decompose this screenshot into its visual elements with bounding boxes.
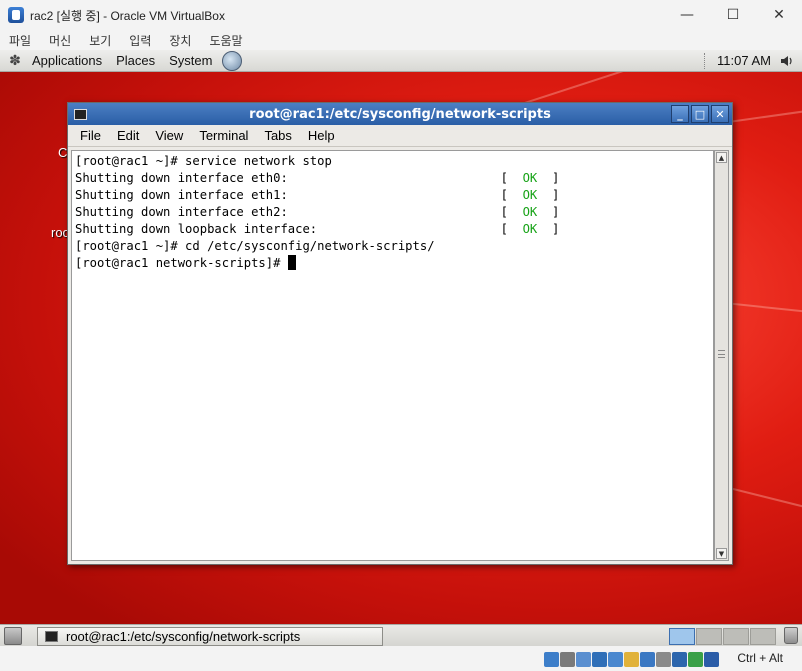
vbox-window-title: rac2 [실행 중] - Oracle VM VirtualBox	[30, 8, 225, 23]
terminal-menu-tabs[interactable]: Tabs	[264, 128, 291, 143]
terminal-titlebar[interactable]: root@rac1:/etc/sysconfig/network-scripts…	[68, 103, 732, 125]
terminal-menu-terminal[interactable]: Terminal	[199, 128, 248, 143]
places-menu[interactable]: Places	[116, 53, 155, 68]
close-button[interactable]: ✕	[756, 0, 802, 30]
scroll-up-icon[interactable]: ▲	[716, 152, 727, 163]
vbox-menu-help[interactable]: 도움말	[209, 32, 242, 49]
recording-icon[interactable]	[656, 652, 671, 667]
vbox-menu-view[interactable]: 보기	[89, 32, 111, 49]
terminal-menu-view[interactable]: View	[155, 128, 183, 143]
gnome-foot-icon[interactable]: ✽	[6, 52, 24, 70]
display-icon[interactable]	[640, 652, 655, 667]
terminal-line: Shutting down interface eth1: [ OK ]	[75, 188, 560, 202]
terminal-minimize-button[interactable]: _	[671, 105, 689, 123]
vbox-titlebar: rac2 [실행 중] - Oracle VM VirtualBox — ☐ ✕	[0, 0, 802, 30]
terminal-close-button[interactable]: ✕	[711, 105, 729, 123]
terminal-menu-help[interactable]: Help	[308, 128, 335, 143]
ok-status: OK	[522, 171, 538, 185]
virtualbox-app-icon	[8, 7, 24, 23]
mouse-integration-icon[interactable]	[688, 652, 703, 667]
terminal-cursor	[287, 255, 296, 270]
terminal-line: [root@rac1 ~]# service network stop	[75, 154, 332, 168]
desktop-icon-label[interactable]: C	[58, 145, 67, 160]
terminal-line: Shutting down loopback interface: [ OK ]	[75, 222, 560, 236]
vbox-menu-devices[interactable]: 장치	[169, 32, 191, 49]
audio-icon[interactable]	[576, 652, 591, 667]
network-icon[interactable]	[592, 652, 607, 667]
usb-icon[interactable]	[608, 652, 623, 667]
maximize-button[interactable]: ☐	[710, 0, 756, 30]
workspace-switcher	[669, 628, 776, 645]
terminal-line: Shutting down interface eth0: [ OK ]	[75, 171, 560, 185]
vt-x-icon[interactable]	[672, 652, 687, 667]
workspace-2[interactable]	[696, 628, 722, 645]
window-controls: — ☐ ✕	[664, 0, 802, 30]
trash-icon[interactable]	[784, 627, 798, 644]
scroll-down-icon[interactable]: ▼	[716, 548, 727, 559]
taskbar-terminal-button[interactable]: root@rac1:/etc/sysconfig/network-scripts	[37, 627, 383, 646]
terminal-title: root@rac1:/etc/sysconfig/network-scripts	[249, 106, 551, 122]
vbox-menu-file[interactable]: 파일	[9, 32, 31, 49]
shared-folders-icon[interactable]	[624, 652, 639, 667]
ok-status: OK	[522, 188, 538, 202]
terminal-line: Shutting down interface eth2: [ OK ]	[75, 205, 560, 219]
terminal-scrollbar[interactable]: ▲ ▼	[714, 150, 729, 561]
terminal-prompt-line[interactable]: [root@rac1 network-scripts]#	[75, 255, 713, 272]
terminal-menu-file[interactable]: File	[80, 128, 101, 143]
workspace-3[interactable]	[723, 628, 749, 645]
show-desktop-icon[interactable]	[4, 627, 22, 645]
arrow-down-icon[interactable]	[704, 652, 719, 667]
vbox-menubar: 파일 머신 보기 입력 장치 도움말	[0, 30, 802, 50]
system-menu[interactable]: System	[169, 53, 212, 68]
terminal-menu-edit[interactable]: Edit	[117, 128, 139, 143]
gnome-top-panel: ✽ Applications Places System 11:07 AM	[0, 50, 802, 72]
panel-clock[interactable]: 11:07 AM	[717, 53, 771, 68]
taskbar-label: root@rac1:/etc/sysconfig/network-scripts	[66, 629, 301, 644]
workspace-4[interactable]	[750, 628, 776, 645]
terminal-icon	[45, 631, 58, 642]
ok-status: OK	[522, 222, 538, 236]
scrollbar-grip[interactable]	[718, 350, 725, 358]
workspace-1[interactable]	[669, 628, 695, 645]
terminal-maximize-button[interactable]: □	[691, 105, 709, 123]
vbox-menu-input[interactable]: 입력	[129, 32, 151, 49]
hard-disk-icon[interactable]	[544, 652, 559, 667]
panel-separator	[704, 53, 706, 69]
host-key-label[interactable]: Ctrl + Alt	[737, 651, 783, 665]
terminal-menubar: File Edit View Terminal Tabs Help	[68, 125, 732, 147]
terminal-line: [root@rac1 ~]# cd /etc/sysconfig/network…	[75, 239, 435, 253]
vbox-menu-machine[interactable]: 머신	[49, 32, 71, 49]
status-indicators	[544, 652, 719, 667]
minimize-button[interactable]: —	[664, 0, 710, 30]
ok-status: OK	[522, 205, 538, 219]
terminal-window-controls: _ □ ✕	[671, 105, 729, 123]
web-browser-icon[interactable]	[222, 50, 243, 71]
terminal-output[interactable]: [root@rac1 ~]# service network stop Shut…	[71, 150, 714, 561]
gnome-bottom-panel: root@rac1:/etc/sysconfig/network-scripts	[0, 624, 802, 646]
guest-screen[interactable]: ✽ Applications Places System 11:07 AM C …	[0, 50, 802, 646]
terminal-window: root@rac1:/etc/sysconfig/network-scripts…	[67, 102, 733, 565]
volume-icon[interactable]	[780, 54, 794, 68]
vbox-statusbar: Ctrl + Alt	[0, 646, 802, 671]
optical-drive-icon[interactable]	[560, 652, 575, 667]
applications-menu[interactable]: Applications	[32, 53, 102, 68]
